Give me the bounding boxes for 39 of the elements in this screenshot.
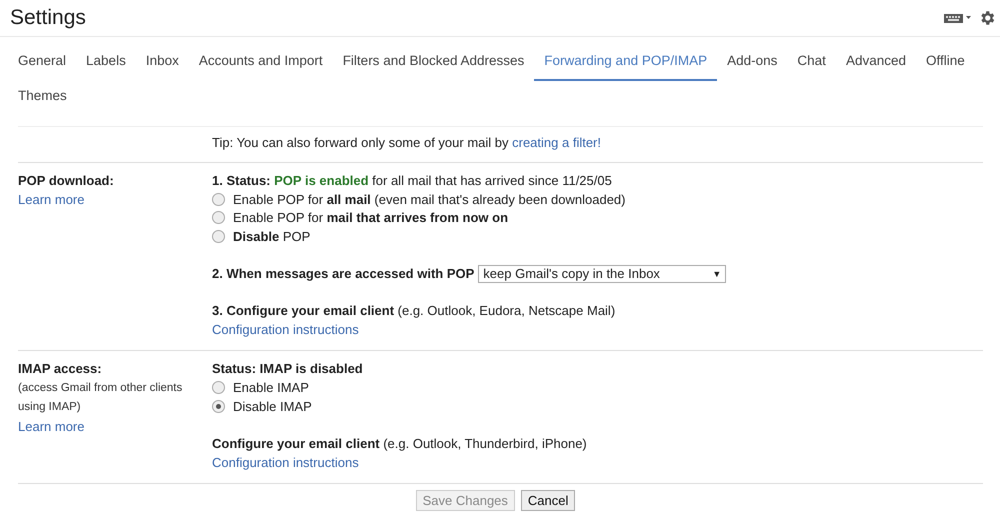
settings-tab[interactable]: Advanced: [836, 46, 916, 81]
radio-button[interactable]: [212, 230, 225, 243]
imap-status-text: Status: IMAP is disabled: [212, 360, 364, 378]
settings-tab[interactable]: General: [8, 46, 76, 81]
radio-label: Enable POP for mail that arrives from now on: [233, 210, 508, 226]
settings-tab[interactable]: Labels: [76, 46, 136, 81]
keyboard-icon[interactable]: [944, 12, 972, 24]
section-note: (access Gmail from other clients using IMAP): [18, 380, 184, 414]
configuration-instructions-link[interactable]: Configuration instructions: [212, 453, 359, 472]
settings-tab[interactable]: Chat: [787, 46, 836, 81]
settings-tab[interactable]: Add-ons: [717, 46, 788, 81]
creating-filter-link[interactable]: creating a filter!: [512, 135, 601, 150]
configure-text: 3. Configure your email client (e.g. Outlook, Eudora, Netscape Mail): [212, 302, 616, 320]
settings-tab[interactable]: Themes: [8, 81, 77, 116]
section-heading: IMAP access:: [18, 360, 103, 378]
page-title: Settings: [10, 6, 86, 30]
radio-label: Enable POP for all mail (even mail that's already been downloaded): [233, 192, 626, 207]
configuration-instructions-link[interactable]: Configuration instructions: [212, 320, 359, 339]
settings-tab[interactable]: Filters and Blocked Addresses: [332, 46, 534, 81]
radio-label: Disable IMAP: [233, 398, 312, 414]
radio-button[interactable]: [212, 192, 225, 206]
settings-tab[interactable]: Inbox: [136, 46, 189, 81]
radio-button[interactable]: [212, 211, 225, 224]
configure-text: Configure your email client (e.g. Outlook, Thunderbird, iPhone): [212, 434, 588, 453]
tip-text: Tip: You can also forward only some of your mail by creating a filter!: [212, 134, 602, 152]
section-heading: POP download:: [18, 172, 115, 190]
pop-status-text: 1. Status: POP is enabled for all mail that has arrived since 11/25/05: [212, 172, 613, 190]
radio-label: Disable POP: [233, 228, 310, 244]
access-label: 2. When messages are accessed with POP: [212, 266, 474, 281]
radio-label: Enable IMAP: [233, 380, 309, 396]
cancel-button[interactable]: Cancel: [520, 490, 576, 511]
learn-more-link[interactable]: Learn more: [18, 416, 84, 436]
radio-button[interactable]: [212, 381, 225, 394]
settings-tab[interactable]: Forwarding and POP/IMAP: [534, 46, 718, 81]
settings-tab[interactable]: Accounts and Import: [188, 46, 333, 81]
radio-button[interactable]: [212, 400, 225, 413]
learn-more-link[interactable]: Learn more: [18, 190, 84, 209]
settings-tab[interactable]: Offline: [916, 46, 975, 81]
action-dropdown[interactable]: keep Gmail's copy in the Inbox ▼: [478, 264, 726, 282]
